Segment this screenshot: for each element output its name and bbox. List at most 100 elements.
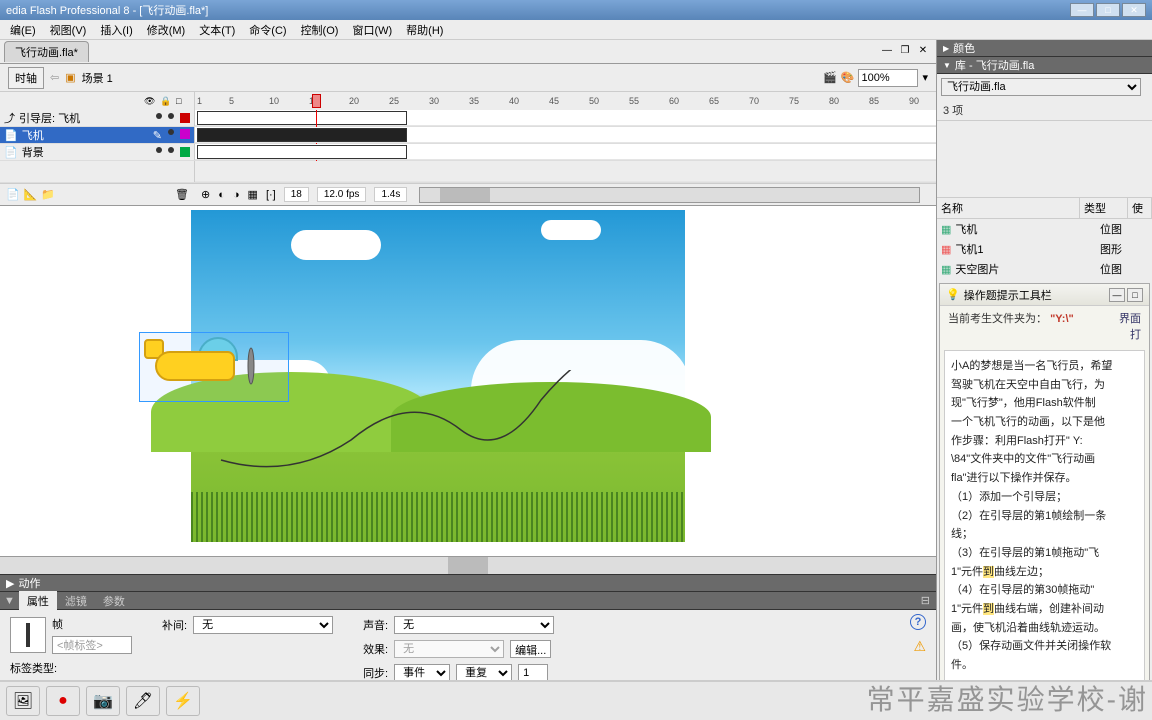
color-panel-title: 颜色: [953, 40, 975, 56]
new-guide-layer-icon[interactable]: 📐: [24, 188, 38, 201]
color-panel-header[interactable]: ▶ 颜色: [937, 40, 1152, 57]
menu-insert[interactable]: 插入(I): [94, 20, 138, 40]
onion-outline-icon[interactable]: ◑: [233, 189, 240, 201]
edit-symbol-icon[interactable]: 🎨: [841, 71, 855, 84]
collapse-icon: ▶: [6, 577, 14, 590]
tab-properties[interactable]: 属性: [19, 591, 57, 611]
doc-minimize-button[interactable]: —: [880, 45, 894, 59]
library-panel-title: 库 - 飞行动画.fla: [955, 57, 1034, 73]
minimize-button[interactable]: —: [1070, 3, 1094, 17]
taskbar-app-icon[interactable]: 🖼: [6, 686, 40, 716]
timeline-panel: 👁 🔒 □ 1510152025303540455055606570758085…: [0, 92, 936, 206]
library-item-icon: ▦: [941, 243, 951, 256]
edit-multiple-icon[interactable]: ▦: [248, 188, 258, 201]
lock-header-icon[interactable]: 🔒: [160, 96, 170, 107]
close-button[interactable]: ✕: [1122, 3, 1146, 17]
frame-ruler[interactable]: 151015202530354045505560657075808590: [195, 92, 936, 110]
doc-restore-button[interactable]: ❐: [898, 45, 912, 59]
frame-label-input[interactable]: [52, 636, 132, 654]
layer-row[interactable]: ⤴引导层: 飞机: [0, 110, 195, 126]
library-item-count: 3 项: [937, 100, 1152, 121]
taskbar-camera-icon[interactable]: 📷: [86, 686, 120, 716]
doc-close-button[interactable]: ✕: [916, 45, 930, 59]
info-icon[interactable]: ?: [910, 614, 926, 630]
actions-label: 动作: [18, 575, 40, 591]
outline-header-icon[interactable]: □: [176, 96, 186, 106]
sync-label: 同步:: [363, 665, 388, 681]
taskbar-flash-icon[interactable]: ⚡: [166, 686, 200, 716]
delete-layer-icon[interactable]: 🗑: [175, 188, 189, 201]
library-item-icon: ▦: [941, 223, 951, 236]
library-table-header: 名称 类型 使: [937, 197, 1152, 219]
new-folder-icon[interactable]: 📁: [41, 188, 55, 201]
zoom-input[interactable]: [858, 69, 918, 87]
edit-scene-icon[interactable]: 🎬: [823, 71, 837, 84]
library-header-use[interactable]: 使: [1128, 198, 1152, 218]
onion-skin-icon[interactable]: ◐: [218, 189, 225, 201]
library-item[interactable]: ▦天空图片位图: [937, 259, 1152, 279]
plane-body-graphic: [155, 351, 235, 381]
scene-name[interactable]: 场景 1: [82, 70, 113, 86]
stage[interactable]: [0, 206, 936, 556]
panel-menu-icon[interactable]: ⊟: [921, 594, 930, 607]
layer-type-icon: 📄: [4, 146, 18, 159]
panel-minimize-button[interactable]: —: [1109, 288, 1125, 302]
current-folder-value: "Y:\": [1050, 313, 1074, 325]
menu-view[interactable]: 视图(V): [44, 20, 93, 40]
frame-track[interactable]: [195, 110, 936, 126]
collapse-icon[interactable]: ▼: [0, 595, 19, 607]
new-layer-icon[interactable]: 📄: [6, 188, 20, 201]
menu-control[interactable]: 控制(O): [295, 20, 345, 40]
onion-markers-icon[interactable]: [·]: [266, 189, 276, 201]
window-title: edia Flash Professional 8 - [飞行动画.fla*]: [6, 2, 208, 18]
zoom-dropdown-icon[interactable]: ▾: [922, 71, 928, 84]
interface-link[interactable]: 界面: [1119, 310, 1141, 326]
menu-help[interactable]: 帮助(H): [400, 20, 449, 40]
center-frame-icon[interactable]: ⊕: [201, 188, 210, 201]
library-panel-header[interactable]: ▼ 库 - 飞行动画.fla: [937, 57, 1152, 74]
layer-row[interactable]: 📄飞机✎: [0, 127, 195, 143]
layer-tools: 📄 📐 📁 🗑: [0, 188, 195, 201]
layer-row[interactable]: 📄 背景: [0, 144, 195, 160]
grass-graphic: [191, 492, 685, 542]
stage-h-scrollbar[interactable]: [0, 556, 936, 574]
timeline-scrollbar[interactable]: [419, 187, 920, 203]
maximize-button[interactable]: □: [1096, 3, 1120, 17]
tab-filters[interactable]: 滤镜: [57, 591, 95, 611]
menu-commands[interactable]: 命令(C): [243, 20, 292, 40]
layer-name: 背景: [22, 144, 44, 160]
frame-track[interactable]: [195, 127, 936, 143]
tab-parameters[interactable]: 参数: [95, 591, 133, 611]
cloud-graphic: [291, 230, 381, 260]
pencil-icon: ✎: [153, 129, 162, 142]
library-item[interactable]: ▦飞机1图形: [937, 239, 1152, 259]
document-tab[interactable]: 飞行动画.fla*: [4, 41, 89, 62]
visibility-header-icon[interactable]: 👁: [144, 96, 154, 107]
taskbar-brush-icon[interactable]: 🖊: [126, 686, 160, 716]
warning-icon[interactable]: ⚠: [913, 638, 926, 655]
panel-maximize-button[interactable]: □: [1127, 288, 1143, 302]
taskbar-record-icon[interactable]: ●: [46, 686, 80, 716]
back-icon[interactable]: ⇦: [50, 71, 59, 84]
library-item[interactable]: ▦飞机位图: [937, 219, 1152, 239]
frame-track[interactable]: [195, 144, 936, 160]
edit-effect-button[interactable]: 编辑...: [510, 640, 551, 658]
plane-selection-box[interactable]: [139, 332, 289, 402]
library-item-type: 图形: [1100, 241, 1148, 257]
tween-select[interactable]: 无: [193, 616, 333, 634]
window-titlebar: edia Flash Professional 8 - [飞行动画.fla*] …: [0, 0, 1152, 20]
menu-window[interactable]: 窗口(W): [346, 20, 398, 40]
expand-icon: ▼: [943, 61, 951, 70]
menu-edit[interactable]: 编(E): [4, 20, 42, 40]
canvas: [191, 210, 685, 542]
open-link[interactable]: 打: [1119, 326, 1141, 342]
menu-modify[interactable]: 修改(M): [141, 20, 192, 40]
library-header-type[interactable]: 类型: [1080, 198, 1128, 218]
library-header-name[interactable]: 名称: [937, 198, 1080, 218]
actions-panel-header[interactable]: ▶ 动作: [0, 574, 936, 592]
menu-text[interactable]: 文本(T): [193, 20, 241, 40]
effect-label: 效果:: [363, 641, 388, 657]
timeline-toggle-button[interactable]: 时轴: [8, 67, 44, 89]
library-file-select[interactable]: 飞行动画.fla: [941, 78, 1141, 96]
sound-select[interactable]: 无: [394, 616, 554, 634]
